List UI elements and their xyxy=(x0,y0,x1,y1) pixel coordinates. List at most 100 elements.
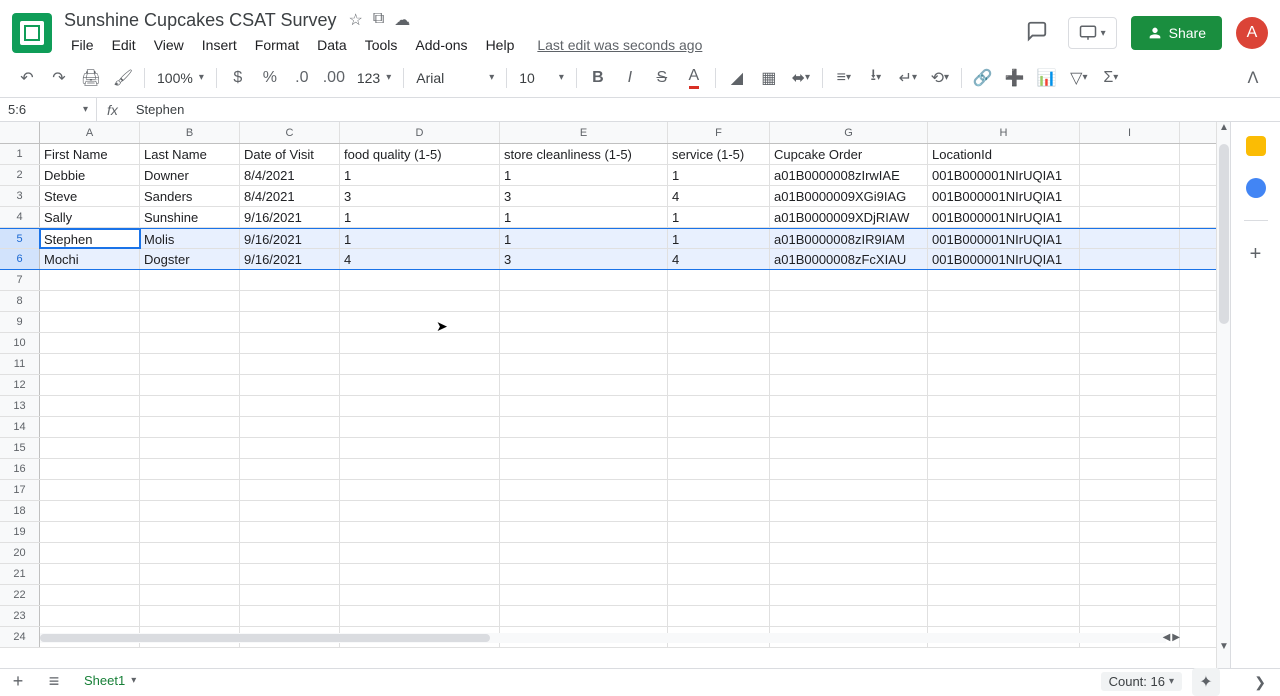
print-icon[interactable]: 🖨 xyxy=(76,63,106,93)
strike-icon[interactable]: S xyxy=(647,63,677,93)
cell[interactable] xyxy=(500,417,668,437)
cell[interactable] xyxy=(40,291,140,311)
cell[interactable] xyxy=(928,417,1080,437)
cell[interactable] xyxy=(140,606,240,626)
cell[interactable] xyxy=(928,585,1080,605)
menu-view[interactable]: View xyxy=(147,33,191,57)
cell[interactable] xyxy=(40,333,140,353)
cell[interactable] xyxy=(40,396,140,416)
row-header[interactable]: 24 xyxy=(0,627,40,647)
row-header[interactable]: 6 xyxy=(0,249,40,269)
account-avatar[interactable]: A xyxy=(1236,17,1268,49)
cell[interactable] xyxy=(770,291,928,311)
cell[interactable] xyxy=(500,585,668,605)
cell[interactable] xyxy=(140,564,240,584)
cell[interactable] xyxy=(240,396,340,416)
cell[interactable] xyxy=(1180,543,1220,563)
cell[interactable] xyxy=(1080,459,1180,479)
cell[interactable] xyxy=(140,459,240,479)
cell[interactable]: 001B000001NIrUQIA1 xyxy=(928,207,1080,227)
cell[interactable]: store cleanliness (1-5) xyxy=(500,144,668,164)
cell[interactable]: 8/4/2021 xyxy=(240,186,340,206)
cell[interactable] xyxy=(1180,333,1220,353)
count-badge[interactable]: Count: 16▾ xyxy=(1101,672,1182,691)
cell[interactable] xyxy=(1080,270,1180,290)
font-select[interactable]: Arial▾ xyxy=(410,70,500,86)
cell[interactable] xyxy=(668,543,770,563)
cell[interactable] xyxy=(770,543,928,563)
cell[interactable] xyxy=(340,501,500,521)
cell[interactable] xyxy=(928,333,1080,353)
cell[interactable] xyxy=(140,270,240,290)
cell[interactable] xyxy=(240,543,340,563)
cell[interactable]: 9/16/2021 xyxy=(240,249,340,269)
cell[interactable] xyxy=(1080,396,1180,416)
cell[interactable] xyxy=(668,312,770,332)
cell[interactable] xyxy=(1080,375,1180,395)
cell[interactable] xyxy=(668,354,770,374)
cell[interactable] xyxy=(500,438,668,458)
cell[interactable] xyxy=(1080,354,1180,374)
row-header[interactable]: 13 xyxy=(0,396,40,416)
cell[interactable] xyxy=(668,291,770,311)
cell[interactable]: First Name xyxy=(40,144,140,164)
cell[interactable] xyxy=(668,459,770,479)
menu-data[interactable]: Data xyxy=(310,33,354,57)
cell[interactable] xyxy=(770,396,928,416)
cell[interactable] xyxy=(340,585,500,605)
cell[interactable] xyxy=(1180,396,1220,416)
present-button[interactable]: ▾ xyxy=(1068,17,1117,49)
cell[interactable] xyxy=(240,480,340,500)
cell[interactable]: 001B000001NIrUQIA1 xyxy=(928,229,1080,248)
cell[interactable] xyxy=(770,375,928,395)
cell[interactable] xyxy=(240,522,340,542)
cell[interactable] xyxy=(928,354,1080,374)
cell[interactable] xyxy=(928,522,1080,542)
cell[interactable]: Mochi xyxy=(40,249,140,269)
cell[interactable] xyxy=(500,396,668,416)
cell[interactable] xyxy=(668,480,770,500)
chart-icon[interactable]: 📊 xyxy=(1032,63,1062,93)
cell[interactable] xyxy=(340,396,500,416)
cell[interactable] xyxy=(1080,564,1180,584)
cell[interactable] xyxy=(928,501,1080,521)
cell[interactable] xyxy=(340,606,500,626)
cell[interactable] xyxy=(770,606,928,626)
cell[interactable]: service (1-5) xyxy=(668,144,770,164)
cell[interactable] xyxy=(1180,165,1220,185)
cell[interactable] xyxy=(140,543,240,563)
row-header[interactable]: 23 xyxy=(0,606,40,626)
cell[interactable] xyxy=(1180,207,1220,227)
cell[interactable] xyxy=(340,312,500,332)
cell[interactable]: a01B0000008zIrwIAE xyxy=(770,165,928,185)
cell[interactable]: 9/16/2021 xyxy=(240,207,340,227)
cell[interactable] xyxy=(1180,375,1220,395)
cell[interactable]: 1 xyxy=(500,165,668,185)
col-header[interactable]: H xyxy=(928,122,1080,143)
cell[interactable]: 001B000001NIrUQIA1 xyxy=(928,165,1080,185)
cell[interactable] xyxy=(770,417,928,437)
cell[interactable] xyxy=(1080,229,1180,248)
cell[interactable] xyxy=(1180,585,1220,605)
cell[interactable] xyxy=(928,312,1080,332)
link-icon[interactable]: 🔗 xyxy=(968,63,998,93)
cell[interactable]: 4 xyxy=(668,249,770,269)
hscroll-right-icon[interactable]: ▶ xyxy=(1172,632,1180,643)
cell[interactable]: Last Name xyxy=(140,144,240,164)
vscroll-down-icon[interactable]: ▼ xyxy=(1217,641,1231,655)
tasks-icon[interactable] xyxy=(1246,178,1266,198)
col-header[interactable]: E xyxy=(500,122,668,143)
cell[interactable] xyxy=(668,606,770,626)
cell[interactable]: 8/4/2021 xyxy=(240,165,340,185)
cell[interactable] xyxy=(240,585,340,605)
cell[interactable] xyxy=(240,501,340,521)
row-header[interactable]: 17 xyxy=(0,480,40,500)
cell[interactable] xyxy=(40,606,140,626)
font-size-select[interactable]: 10▾ xyxy=(513,70,570,86)
cell[interactable]: 1 xyxy=(668,229,770,248)
cell[interactable]: a01B0000008zIR9IAM xyxy=(770,229,928,248)
filter-icon[interactable]: ▽▾ xyxy=(1064,63,1094,93)
cell[interactable] xyxy=(500,480,668,500)
cell[interactable] xyxy=(928,396,1080,416)
cell[interactable] xyxy=(1080,312,1180,332)
